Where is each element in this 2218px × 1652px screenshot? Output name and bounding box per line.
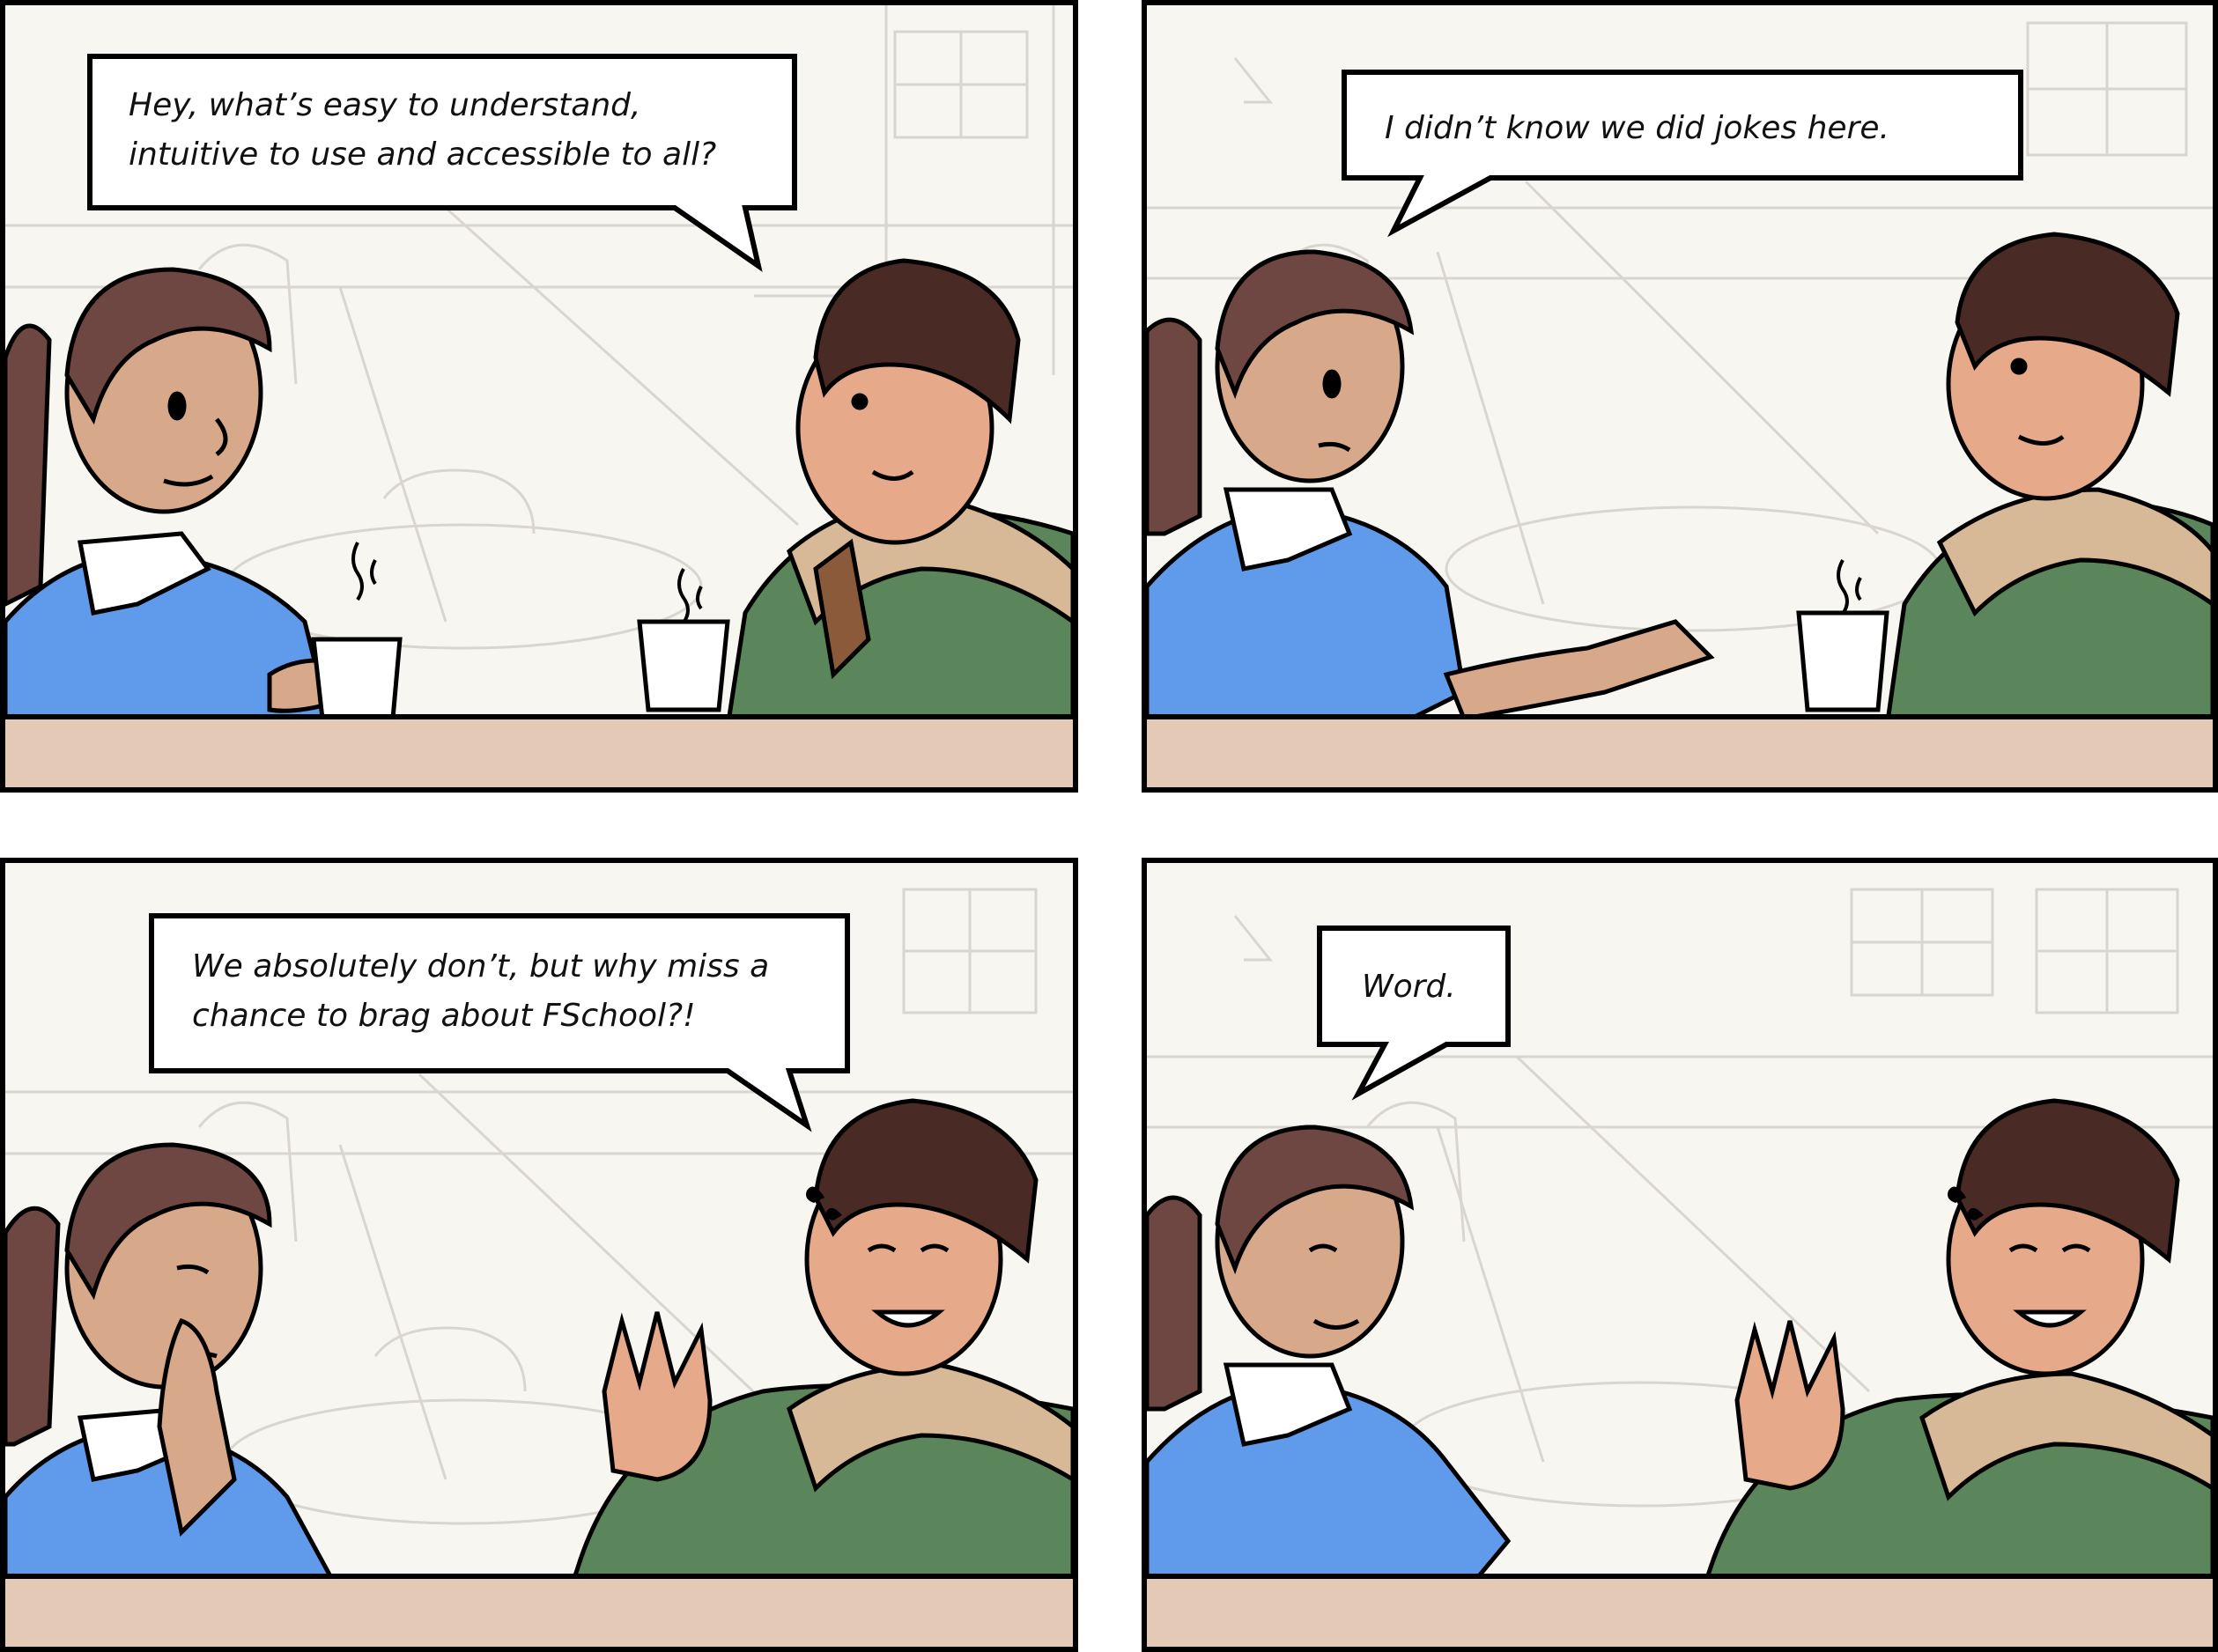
speech-line: chance to brag about FSchool?! [192, 998, 696, 1034]
table [1147, 1574, 2213, 1647]
woman-character [5, 1142, 344, 1597]
coffee-cup-icon [1796, 610, 1889, 712]
man-character [1698, 1098, 2213, 1597]
panel-4-illustration [1147, 888, 2213, 1647]
woman-character [5, 267, 343, 730]
steam-icon [351, 542, 377, 601]
woman-character [1147, 249, 1715, 730]
speech-bubble-text: I didn’t know we did jokes here. [1385, 104, 1889, 153]
speech-line: Word. [1362, 969, 1456, 1005]
table [5, 1574, 1073, 1647]
speech-line: intuitive to use and accessible to all? [129, 136, 717, 173]
coffee-cup-icon [311, 542, 403, 721]
speech-line: We absolutely don’t, but why miss a [192, 948, 770, 985]
table [5, 714, 1073, 787]
comic-panel-3: We absolutely don’t, but why miss a chan… [0, 858, 1078, 1652]
comic-panel-2: I didn’t know we did jokes here. [1142, 0, 2218, 793]
steam-icon [1837, 559, 1862, 616]
speech-line: Hey, what’s easy to understand, [129, 87, 641, 123]
speech-line: I didn’t know we did jokes here. [1385, 110, 1889, 146]
coffee-cup-icon [637, 619, 730, 712]
speech-bubble-text: Hey, what’s easy to understand, intuitiv… [129, 81, 716, 180]
table [1147, 714, 2213, 787]
comic-panel-1: Hey, what’s easy to understand, intuitiv… [0, 0, 1078, 793]
woman-character [1147, 1125, 1512, 1597]
man-character [1796, 232, 2213, 730]
man-character [566, 1098, 1073, 1597]
comic-panel-4: Word. [1142, 858, 2218, 1652]
speech-bubble-text: Word. [1362, 962, 1456, 1012]
speech-bubble-text: We absolutely don’t, but why miss a chan… [192, 942, 769, 1041]
man-character [637, 258, 1073, 730]
